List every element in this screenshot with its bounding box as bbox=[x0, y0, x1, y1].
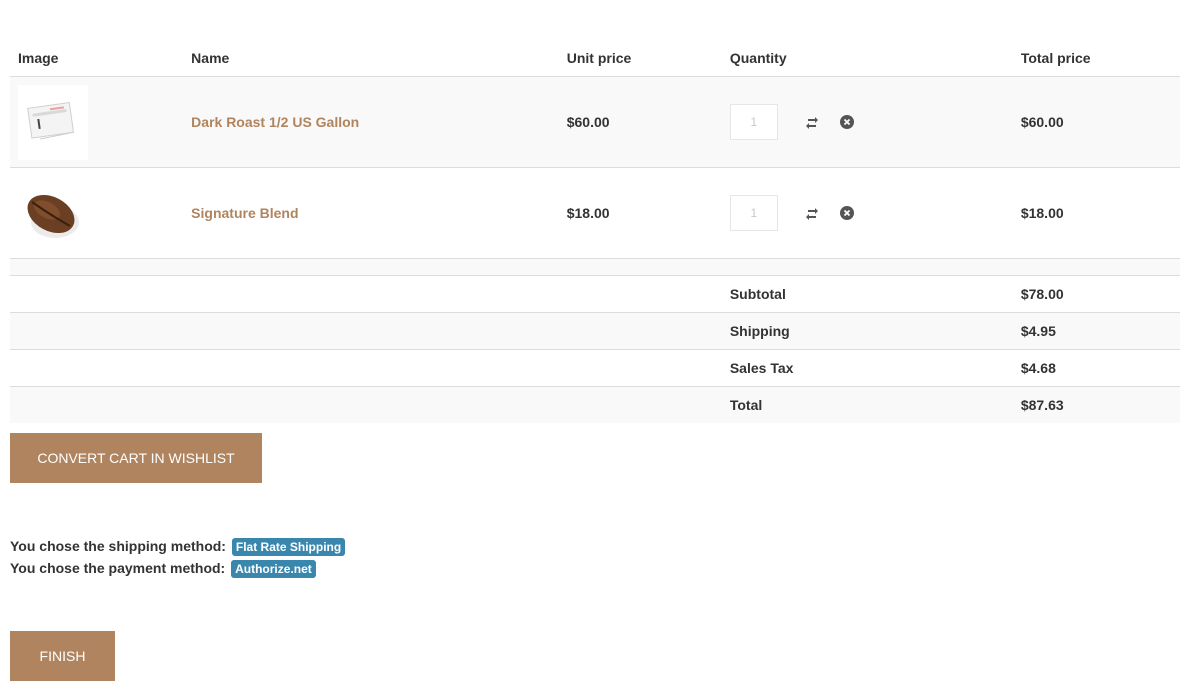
subtotal-row: Subtotal $78.00 bbox=[10, 275, 1180, 313]
header-quantity: Quantity bbox=[721, 0, 1013, 77]
cart-row: Signature Blend $18.00 1 $18.00 bbox=[10, 167, 1180, 259]
sales-tax-row: Sales Tax $4.68 bbox=[10, 349, 1180, 387]
header-unit-price: Unit price bbox=[558, 0, 722, 77]
payment-method-label: You chose the payment method: bbox=[10, 560, 226, 576]
shipping-method-label: You chose the shipping method: bbox=[10, 538, 226, 554]
summary-value: $4.68 bbox=[1012, 349, 1180, 387]
row-total: $18.00 bbox=[1012, 167, 1180, 259]
header-image: Image bbox=[10, 0, 184, 77]
quantity-cell: 1 bbox=[721, 76, 1013, 168]
total-row: Total $87.63 bbox=[10, 386, 1180, 423]
finish-button[interactable]: FINISH bbox=[10, 631, 115, 681]
row-total: $60.00 bbox=[1012, 76, 1180, 168]
header-total-price: Total price bbox=[1012, 0, 1180, 77]
product-image-cell bbox=[10, 76, 184, 168]
summary-label: Subtotal bbox=[721, 275, 1013, 313]
cart-section: Image Name Unit price Quantity Total pri… bbox=[10, 0, 1180, 423]
product-name-link[interactable]: Dark Roast 1/2 US Gallon bbox=[183, 76, 559, 168]
product-name-link[interactable]: Signature Blend bbox=[183, 167, 559, 259]
header-name: Name bbox=[183, 0, 559, 77]
summary-label: Total bbox=[721, 386, 1013, 423]
quantity-input[interactable]: 1 bbox=[729, 195, 778, 231]
summary-value: $87.63 bbox=[1012, 386, 1180, 423]
refresh-icon[interactable] bbox=[805, 115, 818, 129]
summary-value: $78.00 bbox=[1012, 275, 1180, 313]
shipping-row: Shipping $4.95 bbox=[10, 312, 1180, 350]
product-card-image[interactable] bbox=[18, 84, 88, 160]
spacer-row bbox=[10, 258, 1180, 276]
refresh-icon[interactable] bbox=[805, 206, 818, 220]
product-image-cell bbox=[10, 167, 184, 259]
summary-label: Shipping bbox=[721, 312, 1013, 350]
quantity-cell: 1 bbox=[721, 167, 1013, 259]
cart-row: Dark Roast 1/2 US Gallon $60.00 1 $60.00 bbox=[10, 76, 1180, 168]
table-header-row: Image Name Unit price Quantity Total pri… bbox=[10, 0, 1180, 77]
close-circle-icon[interactable] bbox=[839, 115, 854, 129]
shipping-method-line: You chose the shipping method: Flat Rate… bbox=[10, 538, 346, 556]
quantity-input[interactable]: 1 bbox=[729, 104, 778, 140]
close-circle-icon[interactable] bbox=[839, 206, 854, 220]
shipping-method-badge: Flat Rate Shipping bbox=[231, 538, 346, 556]
summary-label: Sales Tax bbox=[721, 349, 1013, 387]
unit-price: $18.00 bbox=[558, 167, 722, 259]
summary-value: $4.95 bbox=[1012, 312, 1180, 350]
unit-price: $60.00 bbox=[558, 76, 722, 168]
convert-to-wishlist-button[interactable]: CONVERT CART IN WISHLIST bbox=[10, 433, 262, 483]
payment-method-badge: Authorize.net bbox=[231, 560, 316, 578]
payment-method-line: You chose the payment method: Authorize.… bbox=[10, 560, 316, 578]
coffee-bean-image[interactable] bbox=[18, 175, 88, 251]
cart-table: Image Name Unit price Quantity Total pri… bbox=[10, 0, 1180, 423]
